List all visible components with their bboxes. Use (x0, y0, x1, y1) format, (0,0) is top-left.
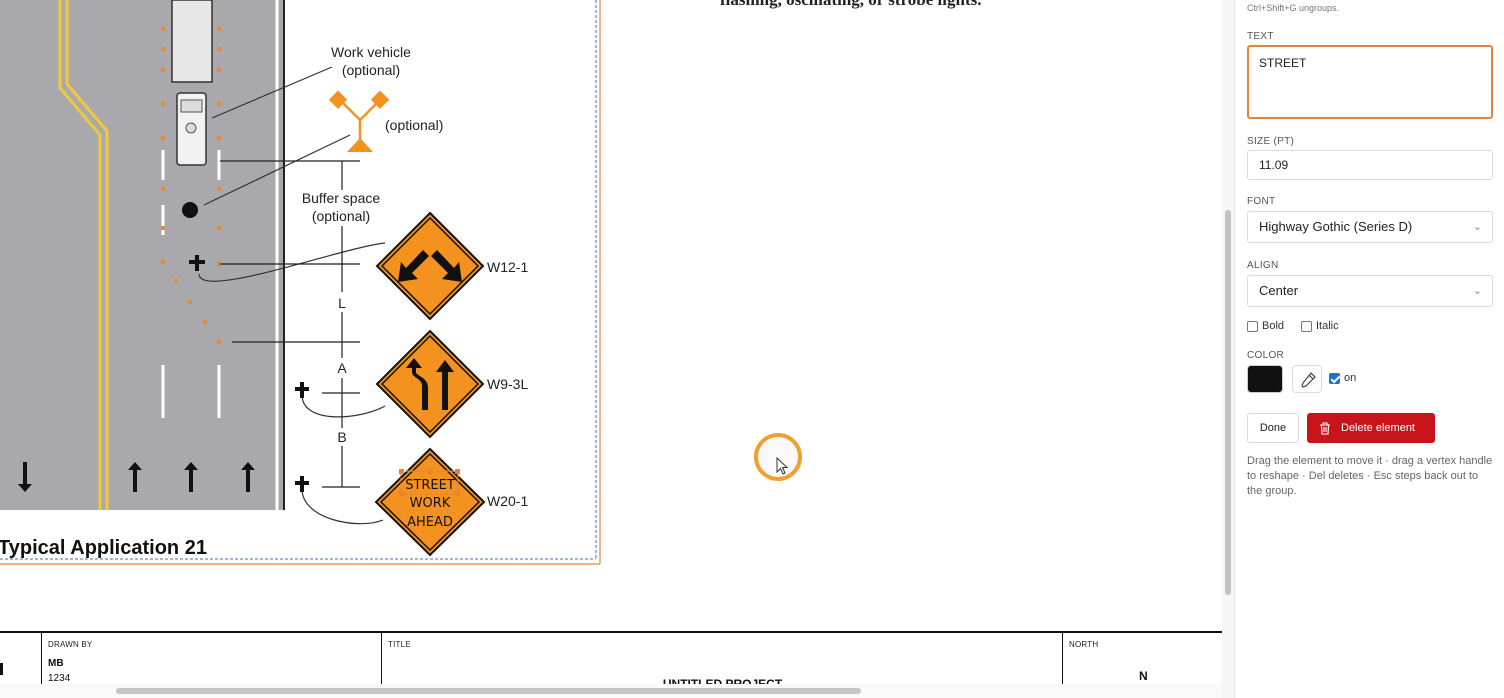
inspector-panel: Ctrl+Shift+G ungroups. TEXT STREET SIZE … (1234, 0, 1504, 698)
text-field-label: TEXT (1247, 31, 1274, 42)
delete-element-button[interactable]: Delete element (1307, 413, 1435, 443)
sign-w9-3l[interactable] (375, 329, 485, 439)
align-field-label: ALIGN (1247, 260, 1279, 271)
font-field-label: FONT (1247, 196, 1276, 207)
bold-checkbox[interactable] (1247, 320, 1258, 332)
drawn-by-id: 1234 (48, 673, 71, 684)
label-work-vehicle-optional: (optional) (342, 62, 400, 78)
italic-toggle[interactable]: Italic (1301, 320, 1339, 332)
align-select-value: Center (1259, 283, 1299, 298)
drawing-canvas[interactable]: flashing, oscillating, or strobe lights. (0, 0, 1226, 698)
dimension-label-b: B (337, 429, 346, 445)
chevron-down-icon: ⌄ (1472, 285, 1482, 297)
chevron-down-icon: ⌄ (1472, 221, 1482, 233)
sign-code-w20-1: W20-1 (487, 493, 528, 509)
font-select-value: Highway Gothic (Series D) (1259, 219, 1413, 234)
size-field-label: SIZE (PT) (1247, 136, 1295, 147)
color-field-label: COLOR (1247, 350, 1285, 361)
align-select[interactable]: Center ⌄ (1247, 275, 1493, 307)
app-window: flashing, oscillating, or strobe lights. (0, 0, 1504, 698)
sign-post-marker-1 (295, 382, 309, 398)
sign-code-w9-3l: W9-3L (487, 376, 528, 392)
text-input[interactable]: STREET (1247, 45, 1493, 119)
vertical-scrollbar-thumb[interactable] (1225, 210, 1231, 595)
bold-toggle[interactable]: Bold (1247, 320, 1284, 332)
dimension-label-a: A (337, 360, 347, 376)
color-on-checkbox[interactable] (1329, 372, 1340, 384)
work-vehicle-trailer (171, 0, 213, 83)
sign-w20-1[interactable]: STREET WORK AHEAD (374, 447, 486, 557)
eyedropper-button[interactable] (1292, 365, 1322, 393)
label-buffer-space-optional: (optional) (312, 208, 370, 224)
sign-text-line-1[interactable]: STREET (405, 478, 455, 493)
sign-w12-1[interactable] (375, 211, 485, 321)
sign-code-w12-1: W12-1 (487, 259, 528, 275)
horizontal-scrollbar-thumb[interactable] (116, 688, 861, 694)
road-surface (0, 0, 283, 510)
ungroup-hint: Ctrl+Shift+G ungroups. (1247, 3, 1340, 13)
eyedropper-icon (1301, 372, 1316, 388)
drawn-by-label: DRAWN BY (48, 640, 93, 649)
bold-label: Bold (1262, 320, 1285, 332)
color-on-label: on (1344, 372, 1357, 384)
flag-stand-icon (328, 90, 390, 152)
sign-text-line-3: AHEAD (407, 515, 453, 530)
italic-checkbox[interactable] (1301, 320, 1312, 332)
sign-text-line-2: WORK (410, 496, 451, 511)
north-label: NORTH (1069, 640, 1099, 649)
done-button[interactable]: Done (1247, 413, 1299, 443)
label-optional: (optional) (385, 117, 443, 133)
drawn-by-name: MB (48, 658, 64, 669)
help-text: Drag the element to move it · drag a ver… (1247, 455, 1493, 497)
font-select[interactable]: Highway Gothic (Series D) ⌄ (1247, 211, 1493, 243)
trash-icon (1320, 421, 1330, 435)
typical-application-title: Typical Application 21 (0, 537, 207, 559)
arrow-board-dot (182, 202, 198, 218)
sign-post-marker-2 (295, 476, 309, 492)
label-buffer-space: Buffer space (302, 190, 381, 206)
mouse-cursor-icon (776, 457, 789, 475)
label-work-vehicle: Work vehicle (331, 44, 411, 60)
color-swatch[interactable] (1247, 365, 1283, 393)
size-input[interactable]: 11.09 (1247, 150, 1493, 180)
title-label: TITLE (388, 640, 411, 649)
north-arrow-label: N (1139, 669, 1148, 683)
delete-element-label: Delete element (1341, 422, 1415, 434)
color-on-toggle[interactable]: on (1329, 372, 1356, 384)
dimension-label-l: L (338, 295, 346, 311)
traffic-control-drawing: STREET WORK AHEAD Work vehicle (optional… (0, 0, 601, 565)
italic-label: Italic (1316, 320, 1339, 332)
